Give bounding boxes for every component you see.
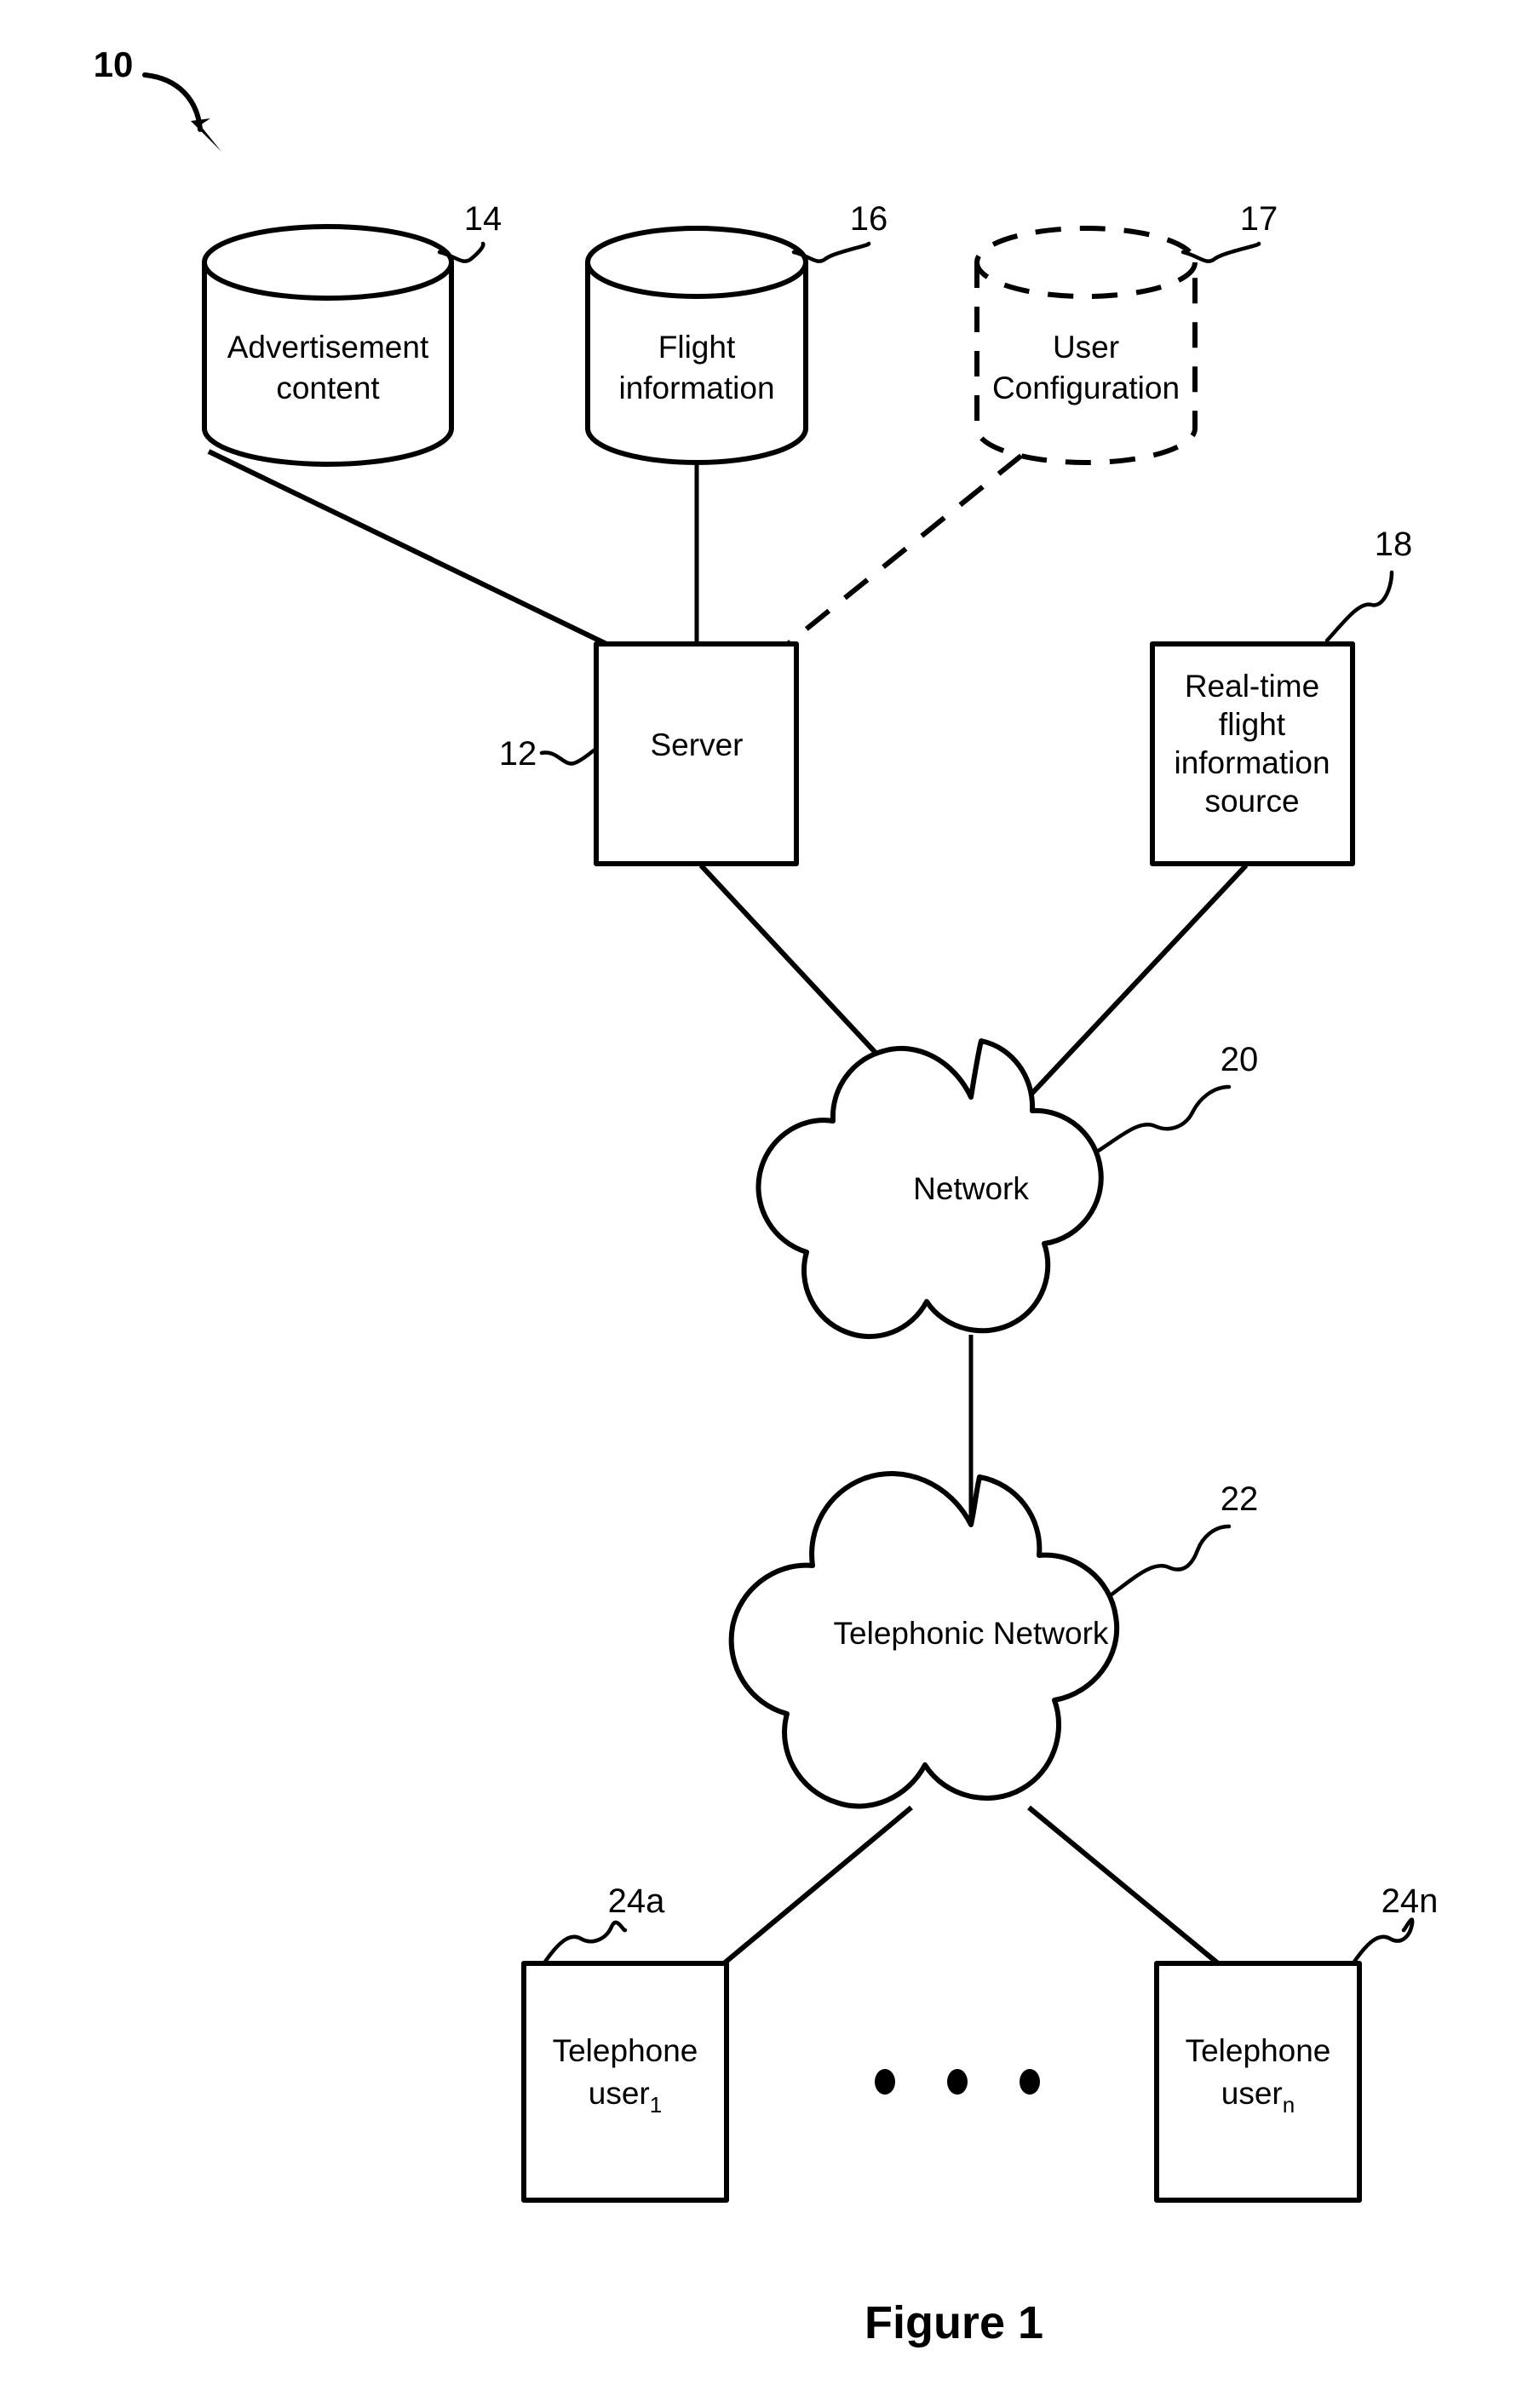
telephone-user-last-subscript: n: [1283, 2092, 1295, 2118]
node-flight-information[interactable]: Flight information: [585, 226, 808, 465]
ref-callout-17: 17: [1180, 200, 1278, 263]
telephone-user-first-label-user: user: [589, 2076, 650, 2111]
ref-label-10: 10: [94, 44, 134, 84]
telephone-user-last-label-user: user: [1221, 2076, 1283, 2111]
ref-callout-12: 12: [499, 735, 599, 773]
advertisement-content-label-line2: content: [276, 371, 380, 405]
flight-information-label-line1: Flight: [658, 330, 736, 365]
system-architecture-diagram: 10 Advertisement content 14 Flight infor…: [94, 44, 1439, 2348]
user-configuration-label-line1: User: [1053, 330, 1119, 365]
ref-leader-12: [539, 747, 599, 766]
ref-leader-17: [1180, 241, 1261, 263]
patent-figure-page: 10 Advertisement content 14 Flight infor…: [0, 0, 1528, 2408]
ref-label-20: 20: [1221, 1041, 1259, 1078]
ref-leader-20: [1094, 1084, 1232, 1154]
ref-leader-18: [1324, 570, 1394, 643]
link-telephonic-network-to-user-first: [722, 1805, 913, 1966]
telephone-user-last-label-line1: Telephone: [1186, 2033, 1331, 2068]
node-realtime-flight-source[interactable]: Real-time flight information source: [1150, 641, 1355, 866]
figure-caption: Figure 1: [865, 2297, 1043, 2348]
node-telephone-user-first[interactable]: Telephone user1: [521, 1961, 729, 2203]
ref-leader-24n: [1352, 1917, 1415, 1964]
ellipsis-dot-3: [1020, 2069, 1040, 2095]
ref-label-24a: 24a: [608, 1882, 665, 1920]
link-realtime-source-to-network: [1020, 863, 1249, 1106]
node-network[interactable]: Network: [755, 1038, 1104, 1340]
ellipsis-dot-2: [947, 2069, 968, 2095]
node-telephonic-network[interactable]: Telephonic Network: [728, 1471, 1120, 1809]
link-telephonic-network-to-user-last: [1027, 1805, 1220, 1966]
node-user-configuration[interactable]: User Configuration: [974, 226, 1198, 465]
realtime-flight-source-label-line2: flight: [1219, 707, 1286, 742]
network-label: Network: [913, 1171, 1029, 1206]
ref-label-16: 16: [850, 200, 888, 238]
ref-label-12: 12: [499, 735, 537, 773]
ref-label-22: 22: [1221, 1480, 1259, 1518]
realtime-flight-source-label-line4: source: [1204, 784, 1299, 819]
flight-information-label-line2: information: [618, 371, 774, 405]
ellipsis-dot-1: [875, 2069, 895, 2095]
user-configuration-cylinder-top: [974, 226, 1198, 299]
telephone-user-first-label-line1: Telephone: [553, 2033, 698, 2068]
ref-leader-24a: [543, 1920, 628, 1964]
node-server[interactable]: Server: [594, 641, 799, 866]
advertisement-content-cylinder-top: [202, 224, 454, 301]
realtime-flight-source-label-line1: Real-time: [1185, 669, 1319, 704]
link-user-config-to-server: [786, 453, 1023, 647]
ellipsis-dots: [875, 2069, 1040, 2095]
node-telephone-user-last[interactable]: Telephone usern: [1154, 1961, 1362, 2203]
ref-label-14: 14: [464, 200, 503, 238]
realtime-flight-source-label-line3: information: [1174, 745, 1330, 780]
ref-label-18: 18: [1375, 526, 1413, 563]
ref-callout-22: 22: [1109, 1480, 1259, 1597]
node-advertisement-content[interactable]: Advertisement content: [202, 224, 454, 467]
user-configuration-label-line2: Configuration: [992, 371, 1180, 405]
ref-callout-20: 20: [1094, 1041, 1259, 1154]
system-ref-10-arrowhead: [191, 118, 221, 152]
ref-label-24n: 24n: [1382, 1882, 1439, 1920]
ref-callout-24a: 24a: [543, 1882, 665, 1964]
link-advertisement-to-server: [207, 449, 608, 647]
telephonic-network-label: Telephonic Network: [834, 1616, 1109, 1651]
advertisement-content-label-line1: Advertisement: [227, 330, 429, 365]
system-ref-10-group: 10: [94, 44, 221, 152]
ref-callout-16: 16: [791, 200, 888, 263]
ref-callout-24n: 24n: [1352, 1882, 1439, 1964]
telephone-user-first-subscript: 1: [650, 2092, 662, 2118]
server-label: Server: [651, 727, 744, 762]
ref-callout-18: 18: [1324, 526, 1413, 643]
flight-information-cylinder-top: [585, 226, 808, 299]
ref-label-17: 17: [1240, 200, 1278, 238]
ref-leader-22: [1109, 1524, 1232, 1597]
